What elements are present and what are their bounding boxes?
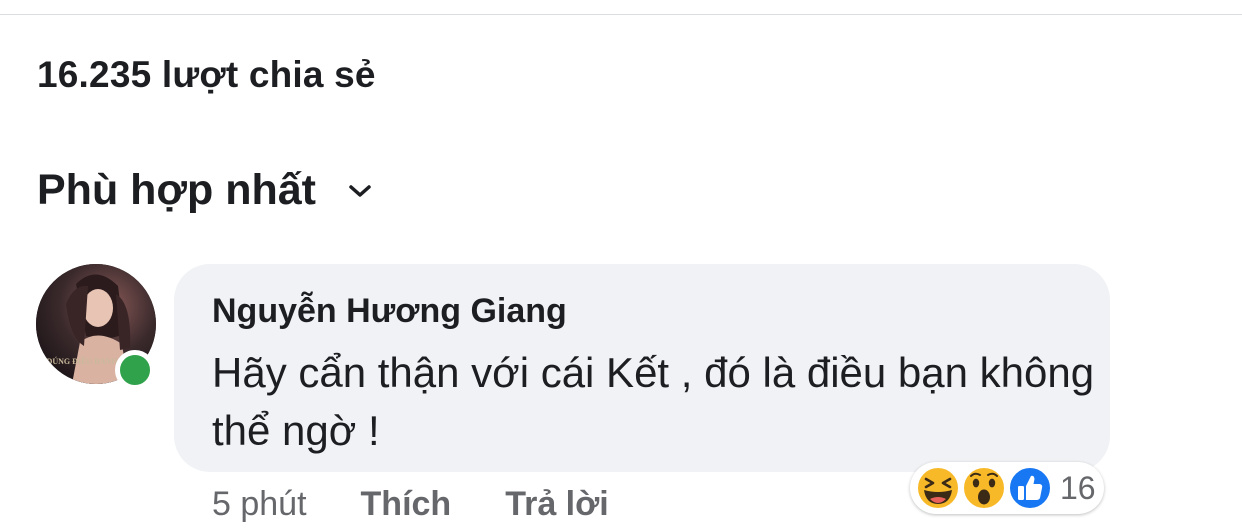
comment-bubble: Nguyễn Hương Giang Hãy cẩn thận với cái …: [174, 264, 1110, 472]
reply-button[interactable]: Trả lời: [505, 485, 609, 524]
reactions-summary[interactable]: 16: [910, 462, 1104, 514]
like-button[interactable]: Thích: [361, 485, 452, 524]
wow-icon: [962, 466, 1006, 510]
top-divider: [0, 14, 1242, 15]
sort-label: Phù hợp nhất: [37, 166, 316, 214]
like-icon: [1008, 466, 1052, 510]
reaction-count: 16: [1060, 469, 1096, 506]
chevron-down-icon: [349, 184, 371, 197]
comment-timestamp[interactable]: 5 phút: [212, 485, 307, 524]
share-count[interactable]: 16.235 lượt chia sẻ: [37, 54, 376, 96]
comment-actions: 5 phút Thích Trả lời: [212, 482, 609, 526]
haha-icon: [916, 466, 960, 510]
comment-sort-selector[interactable]: Phù hợp nhất: [37, 166, 374, 215]
comment-author-name[interactable]: Nguyễn Hương Giang: [212, 292, 567, 331]
comment-text: Hãy cẩn thận với cái Kết , đó là điều bạ…: [212, 349, 1095, 454]
online-status-indicator: [115, 350, 155, 390]
